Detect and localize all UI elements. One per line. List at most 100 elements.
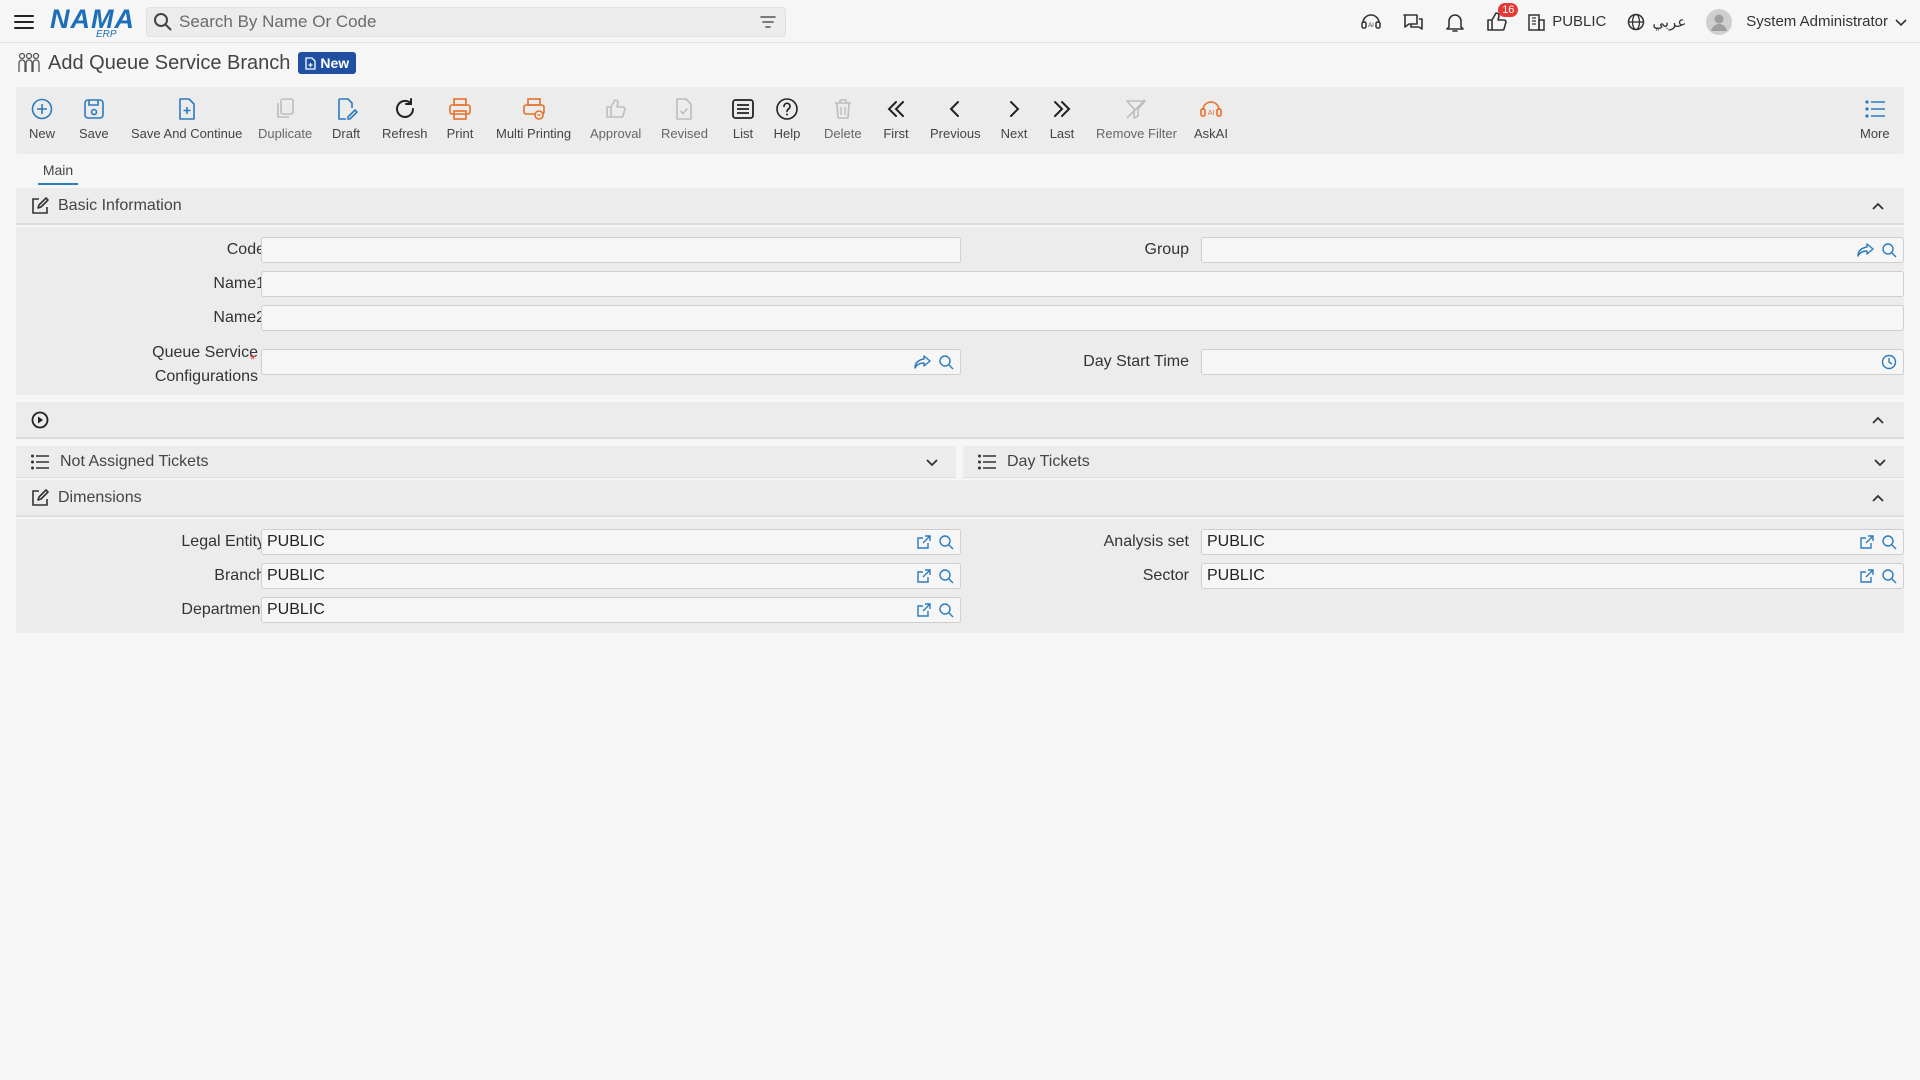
lookup-search-icon[interactable] (938, 354, 954, 370)
legal-entity-field[interactable]: PUBLIC (261, 529, 961, 555)
name2-field[interactable] (261, 305, 1904, 331)
revised-label: Revised (661, 126, 708, 141)
edit-square-icon (30, 196, 50, 216)
external-link-icon[interactable] (916, 534, 932, 550)
day-start-time-field[interactable] (1201, 349, 1904, 375)
lookup-search-icon[interactable] (938, 602, 954, 618)
search-icon[interactable] (153, 12, 173, 32)
bell-icon[interactable] (1442, 9, 1468, 35)
save-label: Save (79, 126, 109, 141)
name1-field[interactable] (261, 271, 1904, 297)
lookup-search-icon[interactable] (1881, 534, 1897, 550)
lookup-search-icon[interactable] (938, 568, 954, 584)
external-link-icon[interactable] (916, 602, 932, 618)
more-list-icon (1861, 95, 1889, 123)
external-link-icon[interactable] (1859, 568, 1875, 584)
not-assigned-tickets-header[interactable]: Not Assigned Tickets (16, 446, 956, 478)
last-button[interactable]: Last (1048, 95, 1076, 141)
chevron-up-icon[interactable] (1870, 412, 1886, 428)
help-button[interactable]: Help (773, 95, 801, 141)
search-input[interactable] (173, 8, 759, 36)
logo-text: NAMA (50, 4, 135, 34)
save-and-continue-button[interactable]: Save And Continue (131, 95, 242, 141)
delete-button[interactable]: Delete (824, 95, 862, 141)
duplicate-button[interactable]: Duplicate (258, 95, 312, 141)
svg-text:AI: AI (1368, 23, 1374, 29)
department-field[interactable]: PUBLIC (261, 597, 961, 623)
draft-button[interactable]: Draft (332, 95, 360, 141)
group-field[interactable] (1201, 237, 1904, 263)
save-button[interactable]: Save (79, 95, 109, 141)
name1-label: Name1 (213, 275, 265, 292)
queue-config-label-line2: Configurations (154, 368, 258, 385)
group-label: Group (1144, 241, 1189, 258)
print-button[interactable]: Print (446, 95, 474, 141)
ai-support-icon[interactable]: AI (1358, 9, 1384, 35)
basic-information-header[interactable]: Basic Information (16, 188, 1904, 225)
tab-main[interactable]: Main (38, 162, 78, 185)
tickets-section-header[interactable] (16, 402, 1904, 439)
approval-label: Approval (590, 126, 642, 141)
department-value: PUBLIC (267, 601, 325, 618)
askai-button[interactable]: AI AskAI (1194, 95, 1228, 141)
copy-icon (271, 95, 299, 123)
user-menu[interactable]: System Administrator (1706, 8, 1908, 35)
edit-square-icon (30, 488, 50, 508)
refresh-label: Refresh (382, 126, 428, 141)
previous-button[interactable]: Previous (930, 95, 981, 141)
chat-icon[interactable] (1400, 9, 1426, 35)
queue-service-configurations-field[interactable] (261, 349, 961, 375)
chevron-up-icon[interactable] (1870, 490, 1886, 506)
double-chevron-left-icon (882, 95, 910, 123)
app-logo[interactable]: NAMA ERP (50, 4, 135, 40)
analysis-set-field[interactable]: PUBLIC (1201, 529, 1904, 555)
chevron-down-icon[interactable] (924, 455, 940, 471)
global-search (146, 7, 786, 37)
filter-off-icon (1122, 95, 1150, 123)
revised-button[interactable]: Revised (661, 95, 708, 141)
day-start-time-label: Day Start Time (1083, 353, 1189, 370)
thumbs-up-icon (602, 95, 630, 123)
next-button[interactable]: Next (1000, 95, 1028, 141)
company-selector[interactable]: PUBLIC (1526, 12, 1606, 32)
multi-printer-icon (520, 95, 548, 123)
external-link-icon[interactable] (1859, 534, 1875, 550)
dimensions-title: Dimensions (58, 488, 142, 506)
chevron-left-icon (941, 95, 969, 123)
chevron-down-icon[interactable] (1872, 455, 1888, 471)
lookup-search-icon[interactable] (1881, 242, 1897, 258)
list-bullets-icon (977, 453, 997, 471)
new-button[interactable]: New (28, 95, 56, 141)
more-button[interactable]: More (1860, 95, 1890, 141)
share-icon[interactable] (914, 354, 932, 370)
clock-icon[interactable] (1881, 354, 1897, 370)
multi-printing-button[interactable]: Multi Printing (496, 95, 571, 141)
menu-icon[interactable] (12, 10, 36, 34)
filter-icon[interactable] (759, 13, 777, 31)
dimensions-header[interactable]: Dimensions (16, 480, 1904, 517)
language-selector[interactable]: عربي (1626, 12, 1686, 32)
chevron-up-icon[interactable] (1870, 198, 1886, 214)
sector-field[interactable]: PUBLIC (1201, 563, 1904, 589)
page-title: Add Queue Service Branch (48, 51, 291, 74)
save-and-continue-label: Save And Continue (131, 126, 243, 141)
basic-information-title: Basic Information (58, 196, 182, 214)
lookup-search-icon[interactable] (1881, 568, 1897, 584)
branch-field[interactable]: PUBLIC (261, 563, 961, 589)
day-tickets-header[interactable]: Day Tickets (963, 446, 1904, 478)
list-button[interactable]: List (729, 95, 757, 141)
likes-icon[interactable]: 16 (1484, 2, 1519, 35)
new-label: New (28, 126, 55, 141)
external-link-icon[interactable] (916, 568, 932, 584)
sector-value: PUBLIC (1207, 567, 1265, 584)
approval-button[interactable]: Approval (590, 95, 641, 141)
code-field[interactable] (261, 237, 961, 263)
lookup-search-icon[interactable] (938, 534, 954, 550)
first-button[interactable]: First (882, 95, 910, 141)
top-bar: NAMA ERP AI 16 PUBLIC (0, 0, 1920, 43)
refresh-icon (391, 95, 419, 123)
remove-filter-button[interactable]: Remove Filter (1096, 95, 1177, 141)
refresh-button[interactable]: Refresh (382, 95, 428, 141)
share-icon[interactable] (1857, 242, 1875, 258)
page-header: Add Queue Service Branch New (16, 50, 357, 76)
